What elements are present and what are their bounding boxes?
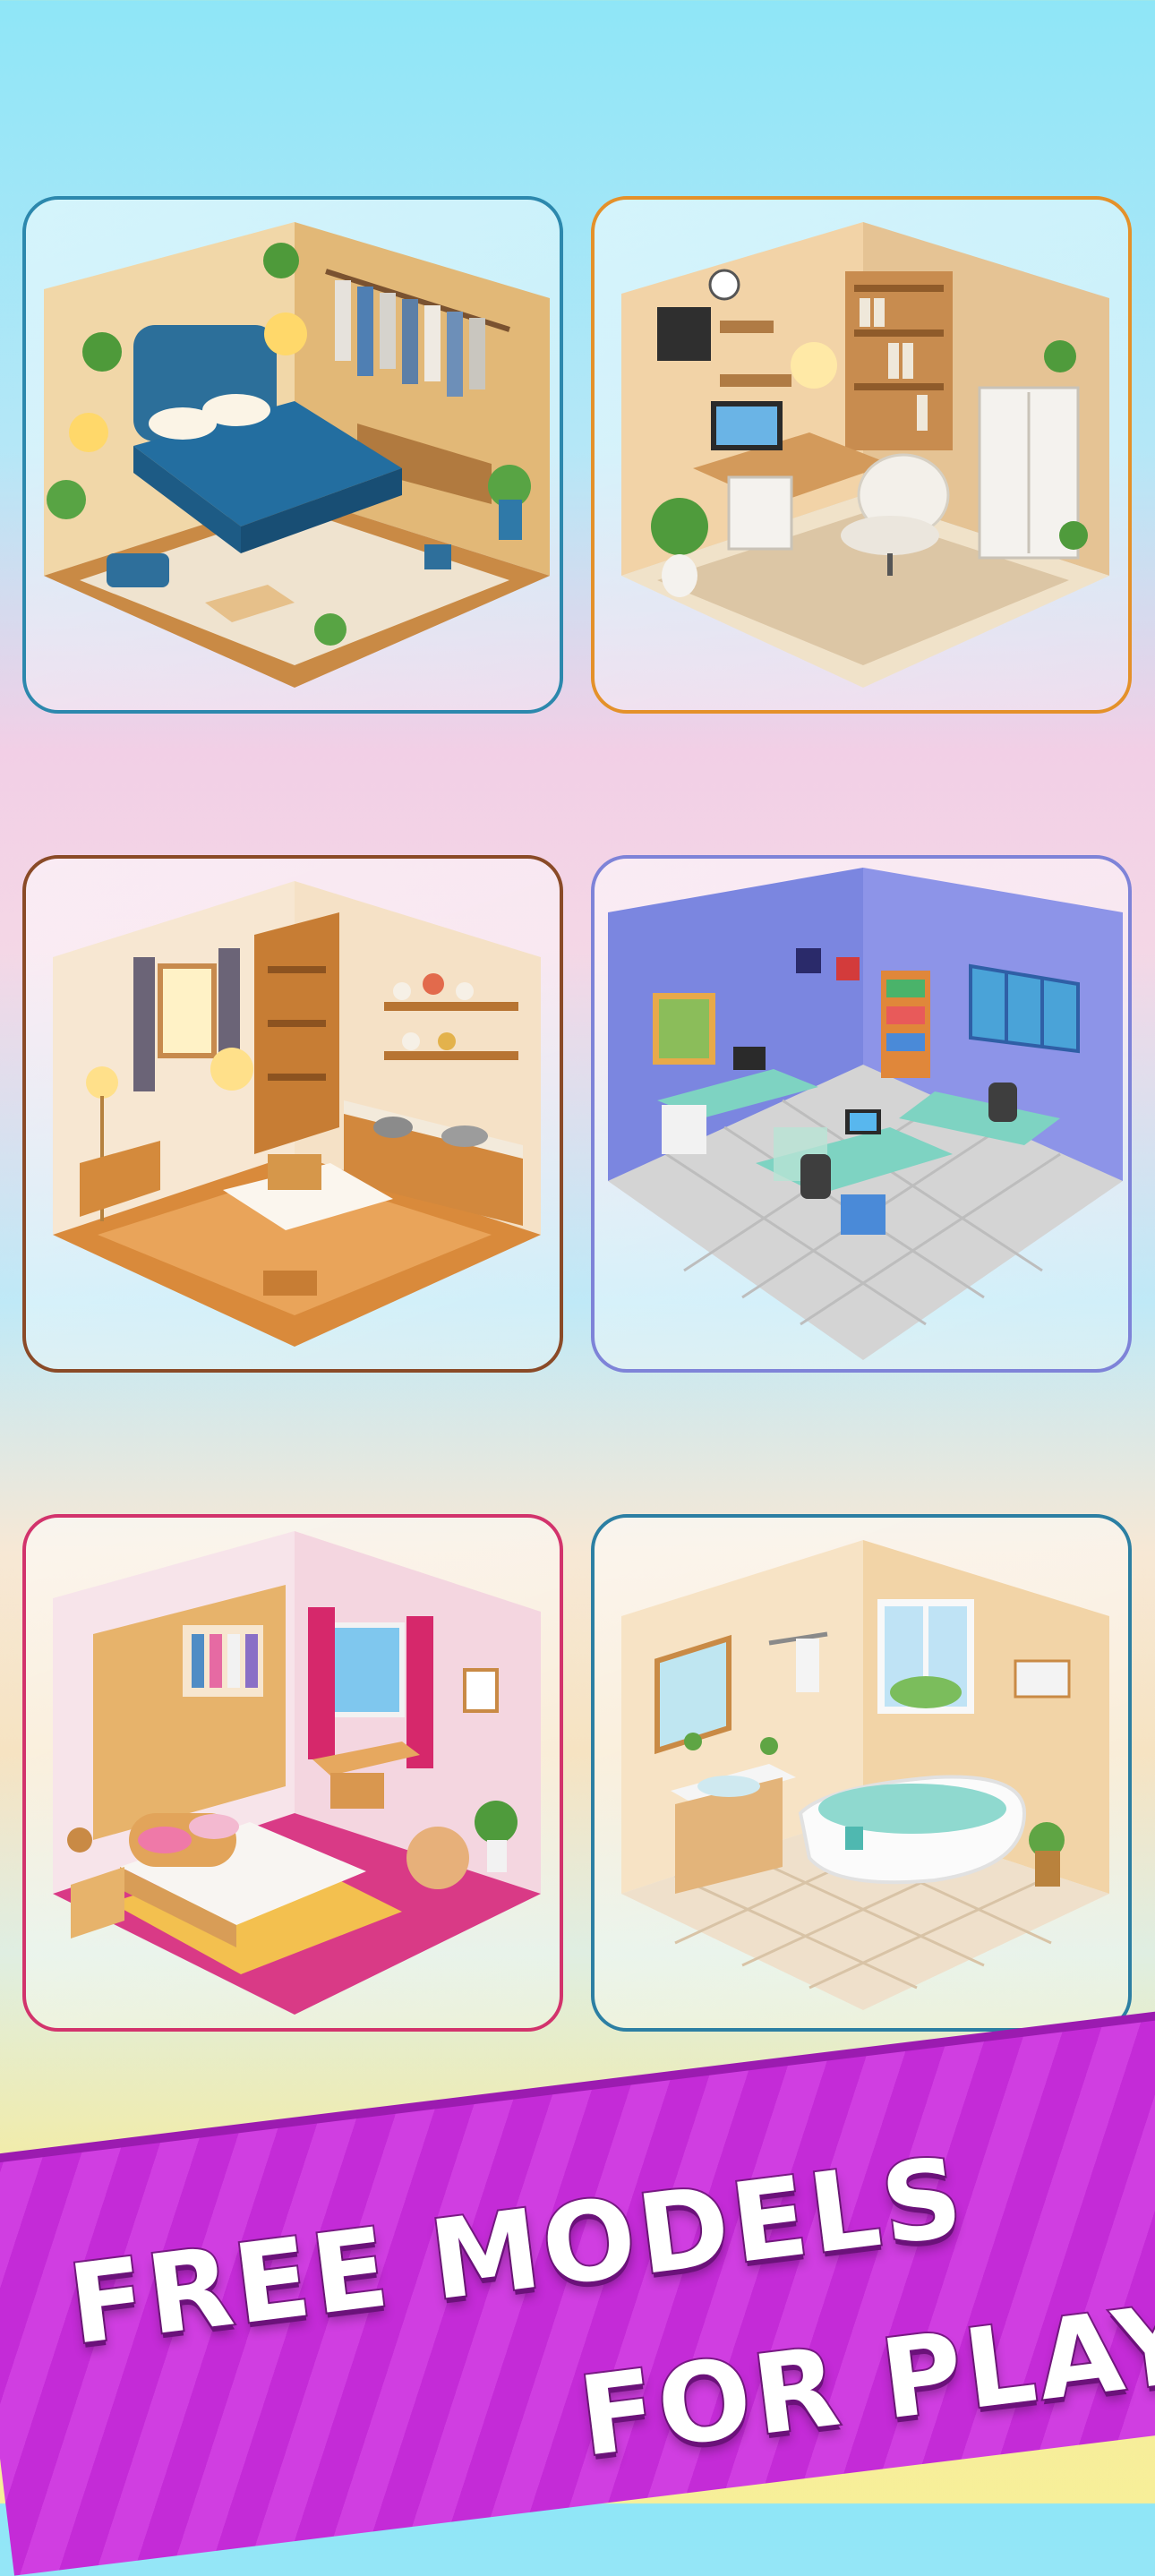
room-card-bathroom[interactable] (591, 1514, 1132, 2032)
room-card-kitchen-dining[interactable] (22, 855, 563, 1373)
room-card-home-office[interactable] (591, 196, 1132, 714)
room-card-blue-office[interactable] (591, 855, 1132, 1373)
home-office-illustration (621, 222, 1109, 688)
room-card-blue-bedroom[interactable] (22, 196, 563, 714)
pink-bedroom-illustration (53, 1531, 541, 2015)
blue-bedroom-illustration (44, 222, 550, 688)
blue-office-illustration (608, 868, 1123, 1360)
kitchen-dining-illustration (53, 881, 541, 1347)
bathroom-illustration (621, 1540, 1109, 2010)
room-card-pink-bedroom[interactable] (22, 1514, 563, 2032)
